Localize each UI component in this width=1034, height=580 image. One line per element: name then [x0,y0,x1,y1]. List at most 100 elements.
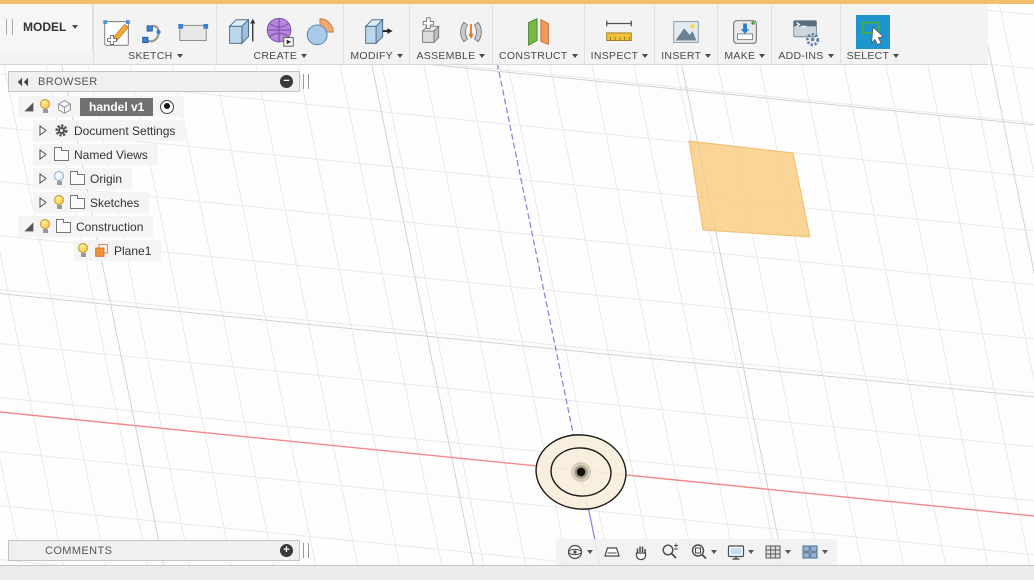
new-component-icon[interactable] [416,15,450,49]
chevron-down-icon [748,550,754,554]
toolbar-group-modify: MODIFY [343,4,409,64]
main-toolbar: MODEL SKETCH CREATE MODIFY ASSEMBLE CONS… [0,4,988,65]
tree-row-document-settings[interactable]: Document Settings [33,120,186,141]
view-navigation-bar [556,539,837,565]
assemble-menu[interactable]: ASSEMBLE [416,49,486,64]
expanded-arrow-icon[interactable] [22,100,35,113]
modify-menu[interactable]: MODIFY [350,49,403,64]
tree-row-component[interactable]: handel v1 [18,96,185,117]
tree-row-named-views[interactable]: Named Views [33,144,158,165]
scripts-addins-icon[interactable] [789,15,823,49]
construction-plane-icon[interactable] [521,15,555,49]
grid-and-snaps-button[interactable] [760,540,794,564]
chevron-down-icon [642,54,649,59]
display-settings-icon [727,545,745,560]
visibility-bulb-off-icon[interactable] [54,171,65,186]
addins-menu[interactable]: ADD-INS [778,49,834,64]
two-point-rectangle-icon[interactable] [176,15,210,49]
chevron-down-icon [705,54,712,59]
browser-panel-title: BROWSER [38,75,98,88]
toolbar-group-create: CREATE [216,4,343,64]
spline-icon[interactable] [140,15,170,49]
browser-tree: handel v1 Document Settings Named Views … [8,96,186,261]
zoom-icon [662,543,678,559]
x-axis-line[interactable] [0,411,1034,517]
comments-panel-header[interactable]: COMMENTS + [8,540,300,561]
chevron-down-icon [785,550,791,554]
activate-component-radio[interactable] [160,99,175,114]
grid-and-snaps-icon [765,545,781,559]
look-at-button[interactable] [599,540,625,564]
browser-panel-header[interactable]: BROWSER − [8,71,300,92]
3d-print-icon[interactable] [728,15,762,49]
toolbar-group-inspect: INSPECT [583,4,655,64]
toolbar-grip[interactable] [6,19,13,35]
toolbar-group-construct: CONSTRUCT [491,4,584,64]
tree-row-plane1[interactable]: Plane1 [74,240,162,261]
toolbar-group-insert: INSERT [654,4,717,64]
tree-item-label: Named Views [74,147,148,162]
fit-icon [691,544,707,560]
create-form-icon[interactable] [263,15,297,49]
revolve-icon[interactable] [303,15,337,49]
collapsed-arrow-icon[interactable] [37,148,49,161]
create-sketch-icon[interactable] [100,15,134,49]
remove-panel-icon[interactable]: − [280,75,293,88]
zoom-button[interactable] [657,540,683,564]
inspect-menu[interactable]: INSPECT [591,49,649,64]
expanded-arrow-icon[interactable] [22,220,35,233]
construct-menu[interactable]: CONSTRUCT [499,49,578,64]
viewports-icon [802,545,818,559]
sketch-menu[interactable]: SKETCH [128,49,183,64]
construction-plane-icon [95,244,108,257]
visibility-bulb-icon[interactable] [54,195,65,210]
add-comment-icon[interactable]: + [280,544,293,557]
visibility-bulb-icon[interactable] [40,99,51,114]
joint-icon[interactable] [456,15,486,49]
create-menu[interactable]: CREATE [254,49,308,64]
measure-icon[interactable] [602,15,636,49]
press-pull-icon[interactable] [360,15,394,49]
collapsed-arrow-icon[interactable] [37,124,49,137]
construction-plane1[interactable] [689,141,810,237]
tree-row-construction[interactable]: Construction [18,216,154,237]
select-menu[interactable]: SELECT [847,49,900,64]
tree-item-label: Construction [76,219,144,234]
collapse-panel-icon[interactable] [15,76,30,88]
toolbar-group-select: SELECT [839,4,906,64]
timeline-strip[interactable] [0,565,1034,580]
extrude-icon[interactable] [223,15,257,49]
tree-item-label: Origin [90,171,123,186]
tree-row-origin[interactable]: Origin [33,168,133,189]
folder-icon [70,195,85,209]
origin-point[interactable] [576,467,586,477]
chevron-down-icon [479,54,486,59]
pan-button[interactable] [628,540,654,564]
collapsed-arrow-icon[interactable] [37,172,49,185]
chevron-down-icon [827,54,834,59]
pan-icon [635,546,647,561]
insert-menu[interactable]: INSERT [661,49,712,64]
visibility-bulb-icon[interactable] [78,243,89,258]
viewports-button[interactable] [797,540,831,564]
collapsed-arrow-icon[interactable] [37,196,49,209]
visibility-bulb-icon[interactable] [40,219,51,234]
comments-panel-grip[interactable] [303,543,309,558]
folder-icon [54,147,69,161]
chevron-down-icon [571,54,578,59]
toolbar-group-make: MAKE [717,4,771,64]
component-name[interactable]: handel v1 [80,97,154,116]
folder-icon [56,219,71,233]
fit-button[interactable] [686,540,720,564]
tree-item-label: Sketches [90,195,140,210]
insert-image-icon[interactable] [669,15,703,49]
make-menu[interactable]: MAKE [724,49,766,64]
select-icon[interactable] [855,14,890,49]
workspace-switcher[interactable]: MODEL [0,4,94,50]
orbit-icon [567,544,583,560]
z-axis-line-upper[interactable] [489,27,582,473]
orbit-button[interactable] [562,540,596,564]
browser-panel-grip[interactable] [303,74,309,89]
display-settings-button[interactable] [723,540,757,564]
tree-row-sketches[interactable]: Sketches [33,192,150,213]
